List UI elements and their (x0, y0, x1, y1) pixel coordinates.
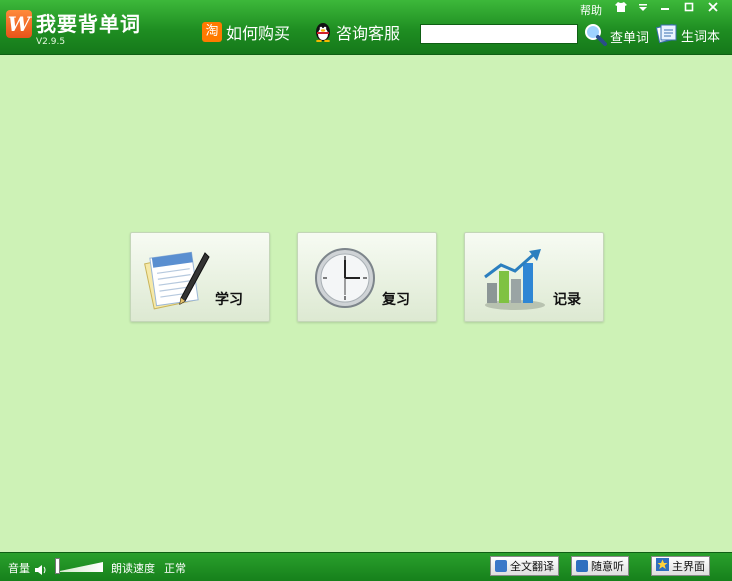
lookup-word-button[interactable]: 查单词 (583, 22, 649, 50)
study-label: 学习 (215, 292, 243, 308)
minimize-icon[interactable] (656, 1, 674, 17)
random-listen-button[interactable]: 随意听 (571, 556, 629, 576)
word-search-input[interactable] (420, 24, 578, 44)
clock-icon (314, 247, 376, 313)
help-link[interactable]: 帮助 (580, 2, 602, 18)
status-bar: 音量 朗读速度 正常 全文翻译 随意听 主界面 (0, 552, 732, 581)
close-icon[interactable] (704, 1, 722, 17)
full-text-translate-label: 全文翻译 (510, 560, 554, 573)
menu-dropdown-icon[interactable] (634, 1, 652, 17)
vocab-book-icon (655, 22, 678, 48)
magnifier-icon (583, 22, 607, 50)
review-button[interactable]: 复习 (297, 232, 437, 322)
star-icon (656, 558, 669, 574)
volume-label: 音量 (8, 562, 30, 575)
customer-service-link[interactable]: 咨询客服 (314, 20, 400, 44)
skin-shirt-icon[interactable] (612, 1, 630, 17)
volume-slider-handle[interactable] (55, 558, 60, 574)
records-label: 记录 (553, 292, 581, 308)
speaker-icon[interactable] (34, 561, 48, 580)
records-button[interactable]: 记录 (464, 232, 604, 322)
translate-book-icon (495, 560, 507, 572)
how-to-buy-link[interactable]: 淘 如何购买 (202, 20, 290, 44)
app-window: W 我要背单词 V2.9.5 淘 如何购买 咨询客服 查单词 生词本 帮助 学习… (0, 0, 732, 581)
main-screen-button[interactable]: 主界面 (651, 556, 710, 576)
app-title: 我要背单词 (36, 12, 141, 36)
notepad-pen-icon (143, 249, 215, 315)
volume-slider-track[interactable] (55, 562, 103, 572)
customer-service-label: 咨询客服 (336, 24, 401, 43)
taobao-icon: 淘 (202, 22, 222, 42)
lookup-word-label: 查单词 (610, 30, 650, 46)
title-bar: W 我要背单词 V2.9.5 淘 如何购买 咨询客服 查单词 生词本 帮助 (0, 0, 732, 55)
bar-chart-icon (481, 247, 549, 315)
how-to-buy-label: 如何购买 (226, 24, 291, 43)
vocab-book-button[interactable]: 生词本 (655, 22, 721, 48)
reading-speed-value[interactable]: 正常 (164, 560, 186, 576)
listen-icon (576, 560, 588, 572)
main-screen-label: 主界面 (672, 560, 705, 573)
full-text-translate-button[interactable]: 全文翻译 (490, 556, 559, 576)
maximize-icon[interactable] (680, 1, 698, 17)
app-logo-icon: W (6, 10, 32, 38)
app-version: V2.9.5 (36, 37, 66, 47)
random-listen-label: 随意听 (591, 560, 624, 573)
reading-speed-label: 朗读速度 (111, 562, 155, 575)
qq-penguin-icon (314, 22, 332, 43)
review-label: 复习 (382, 292, 410, 308)
study-button[interactable]: 学习 (130, 232, 270, 322)
vocab-book-label: 生词本 (681, 29, 721, 45)
